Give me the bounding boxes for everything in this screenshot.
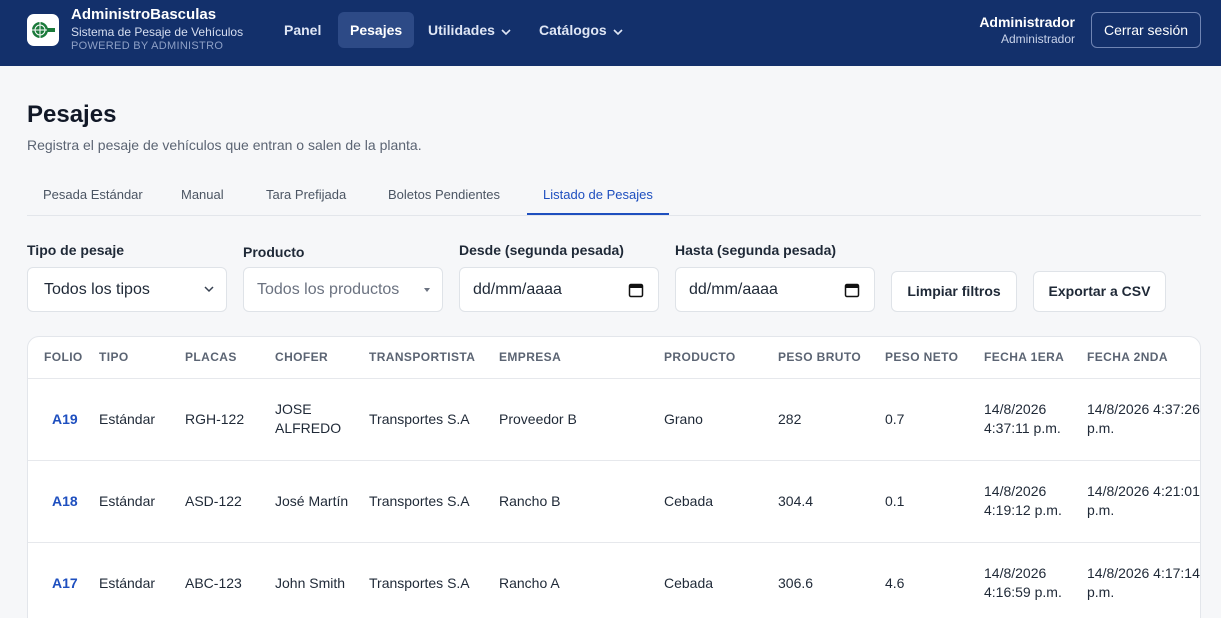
cell-fecha-1era: 14/8/2026 4:37:11 p.m. — [984, 378, 1087, 461]
tab-tara-prefijada[interactable]: Tara Prefijada — [250, 178, 362, 215]
column-header-chofer[interactable]: CHOFER — [275, 337, 369, 379]
table-row[interactable]: A18 Estándar ASD-122 José Martín Transpo… — [28, 460, 1200, 543]
cell-chofer: José Martín — [275, 460, 369, 543]
calendar-icon[interactable] — [628, 268, 644, 311]
folio-link[interactable]: A19 — [28, 378, 99, 461]
top-navigation-bar: AdministroBasculas Sistema de Pesaje de … — [0, 0, 1221, 66]
app-title: AdministroBasculas — [71, 6, 217, 23]
cell-producto: Cebada — [664, 460, 778, 543]
cell-placas: ASD-122 — [185, 460, 275, 543]
hasta-label: Hasta (segunda pesada) — [675, 242, 837, 258]
tab-listado-de-pesajes[interactable]: Listado de Pesajes — [527, 178, 669, 215]
column-header-folio[interactable]: FOLIO — [28, 337, 99, 379]
logo-icon[interactable] — [27, 14, 59, 46]
pesajes-table: FOLIO TIPO PLACAS CHOFER TRANSPORTISTA E… — [28, 337, 1200, 618]
nav-label: Pesajes — [350, 22, 403, 38]
date-value: dd/mm/aaaa — [473, 281, 562, 298]
caret-down-icon — [424, 268, 430, 311]
chevron-down-icon — [613, 13, 623, 49]
cell-placas: RGH-122 — [185, 378, 275, 461]
column-header-producto[interactable]: PRODUCTO — [664, 337, 778, 379]
column-header-empresa[interactable]: EMPRESA — [499, 337, 664, 379]
cell-empresa: Rancho B — [499, 460, 664, 543]
cell-producto: Cebada — [664, 542, 778, 618]
cell-tipo: Estándar — [99, 460, 185, 543]
select-value: Todos los tipos — [44, 281, 150, 298]
pesajes-table-card: FOLIO TIPO PLACAS CHOFER TRANSPORTISTA E… — [27, 336, 1201, 618]
desde-date-input[interactable]: dd/mm/aaaa — [459, 267, 659, 312]
producto-select[interactable]: Todos los productos — [243, 267, 443, 312]
nav-label: Panel — [284, 22, 322, 38]
cell-empresa: Rancho A — [499, 542, 664, 618]
cell-peso-neto: 0.7 — [885, 378, 984, 461]
column-header-peso-neto[interactable]: PESO NETO — [885, 337, 984, 379]
tab-bar: Pesada Estándar Manual Tara Prefijada Bo… — [27, 178, 1201, 216]
calendar-icon[interactable] — [844, 268, 860, 311]
cell-fecha-1era: 14/8/2026 4:16:59 p.m. — [984, 542, 1087, 618]
user-name: Administrador — [979, 14, 1075, 30]
powered-by-label: POWERED BY ADMINISTRO — [71, 40, 224, 52]
hasta-date-input[interactable]: dd/mm/aaaa — [675, 267, 875, 312]
cell-transportista: Transportes S.A — [369, 378, 499, 461]
desde-label: Desde (segunda pesada) — [459, 242, 624, 258]
cell-tipo: Estándar — [99, 542, 185, 618]
producto-label: Producto — [243, 244, 305, 260]
cell-placas: ABC-123 — [185, 542, 275, 618]
tipo-pesaje-label: Tipo de pesaje — [27, 242, 124, 258]
folio-link[interactable]: A18 — [28, 460, 99, 543]
nav-catalogos[interactable]: Catálogos — [527, 12, 635, 48]
cell-chofer: JOSE ALFREDO — [275, 378, 369, 461]
column-header-transportista[interactable]: TRANSPORTISTA — [369, 337, 499, 379]
cell-fecha-1era: 14/8/2026 4:19:12 p.m. — [984, 460, 1087, 543]
cell-transportista: Transportes S.A — [369, 460, 499, 543]
tab-manual[interactable]: Manual — [165, 178, 240, 215]
column-header-fecha-2nda[interactable]: FECHA 2NDA — [1087, 337, 1200, 379]
date-value: dd/mm/aaaa — [689, 281, 778, 298]
cell-fecha-2nda: 14/8/2026 4:21:01 p.m. — [1087, 460, 1200, 543]
column-header-fecha-1era[interactable]: FECHA 1ERA — [984, 337, 1087, 379]
cell-peso-bruto: 306.6 — [778, 542, 885, 618]
cell-fecha-2nda: 14/8/2026 4:17:14 p.m. — [1087, 542, 1200, 618]
cell-peso-neto: 4.6 — [885, 542, 984, 618]
chevron-down-icon — [501, 13, 511, 49]
tipo-pesaje-select[interactable]: Todos los tipos — [27, 267, 227, 312]
nav-pesajes[interactable]: Pesajes — [338, 12, 415, 48]
table-row[interactable]: A19 Estándar RGH-122 JOSE ALFREDO Transp… — [28, 378, 1200, 461]
app-subtitle: Sistema de Pesaje de Vehículos — [71, 25, 244, 39]
column-header-peso-bruto[interactable]: PESO BRUTO — [778, 337, 885, 379]
cell-tipo: Estándar — [99, 378, 185, 461]
cell-peso-bruto: 304.4 — [778, 460, 885, 543]
cell-producto: Grano — [664, 378, 778, 461]
table-header-row: FOLIO TIPO PLACAS CHOFER TRANSPORTISTA E… — [28, 337, 1200, 379]
user-role: Administrador — [1000, 32, 1075, 46]
nav-label: Utilidades — [428, 22, 495, 38]
chevron-down-icon — [204, 268, 214, 311]
folio-link[interactable]: A17 — [28, 542, 99, 618]
cell-fecha-2nda: 14/8/2026 4:37:26 p.m. — [1087, 378, 1200, 461]
nav-utilidades[interactable]: Utilidades — [416, 12, 523, 48]
export-csv-button[interactable]: Exportar a CSV — [1033, 271, 1166, 312]
table-row[interactable]: A17 Estándar ABC-123 John Smith Transpor… — [28, 542, 1200, 618]
select-value: Todos los productos — [257, 281, 400, 298]
logout-button[interactable]: Cerrar sesión — [1091, 12, 1201, 48]
cell-peso-bruto: 282 — [778, 378, 885, 461]
column-header-placas[interactable]: PLACAS — [185, 337, 275, 379]
page-description: Registra el pesaje de vehículos que entr… — [27, 137, 422, 153]
tab-pesada-estandar[interactable]: Pesada Estándar — [27, 178, 159, 215]
column-header-tipo[interactable]: TIPO — [99, 337, 185, 379]
nav-label: Catálogos — [539, 22, 607, 38]
cell-transportista: Transportes S.A — [369, 542, 499, 618]
nav-panel[interactable]: Panel — [272, 12, 333, 48]
cell-peso-neto: 0.1 — [885, 460, 984, 543]
cell-chofer: John Smith — [275, 542, 369, 618]
tab-boletos-pendientes[interactable]: Boletos Pendientes — [372, 178, 516, 215]
clear-filters-button[interactable]: Limpiar filtros — [891, 271, 1017, 312]
page-title: Pesajes — [27, 101, 117, 128]
cell-empresa: Proveedor B — [499, 378, 664, 461]
